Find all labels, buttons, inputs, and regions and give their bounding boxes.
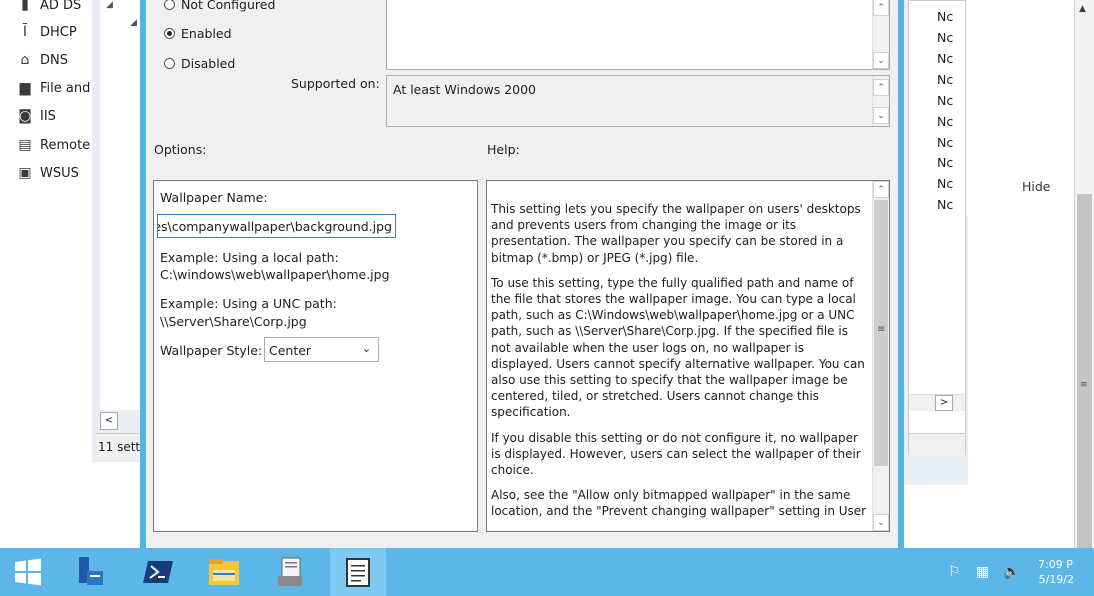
notepad-icon — [346, 558, 370, 587]
list-item[interactable]: Nc — [937, 114, 953, 129]
sidebar-item-dns[interactable]: ⌂ DNS — [0, 48, 100, 72]
options-panel: Wallpaper Name: ares\companywallpaper\ba… — [153, 180, 478, 532]
status-bar — [909, 433, 965, 456]
tree-expand-icon[interactable]: ◢ — [106, 0, 113, 10]
list-item[interactable]: Nc — [937, 72, 953, 87]
list-item[interactable]: Nc — [937, 155, 953, 170]
taskbar: ⚐ ▦ 🔈 7:09 PM 5/19/2 — [0, 548, 1094, 596]
help-scrollbar[interactable]: ⌃ ≡ ⌄ — [872, 181, 889, 531]
list-item[interactable]: Nc — [937, 135, 953, 150]
taskbar-setup[interactable] — [262, 548, 318, 596]
list-item[interactable]: Nc — [937, 93, 953, 108]
supported-on-label: Supported on: — [291, 76, 380, 91]
powershell-icon — [143, 561, 173, 583]
help-panel: This setting lets you specify the wallpa… — [486, 180, 890, 532]
example-unc-label: Example: Using a UNC path: — [160, 296, 337, 311]
clock[interactable]: 7:09 PM 5/19/2 — [1038, 557, 1074, 591]
help-paragraph: Also, see the "Allow only bitmapped wall… — [491, 488, 867, 519]
scroll-up-icon[interactable]: ▲ — [1079, 4, 1086, 14]
list-item[interactable]: Nc — [937, 176, 953, 191]
policy-settings-dialog: Not Configured Enabled Disabled ⌃ ⌄ Supp… — [140, 0, 904, 552]
status-bar: 11 settings — [96, 433, 144, 460]
example-unc-path: \\Server\Share\Corp.jpg — [160, 314, 307, 329]
radio-icon[interactable] — [164, 0, 175, 10]
wallpaper-style-select[interactable]: Center ⌄ — [264, 337, 379, 362]
taskbar-notepad[interactable] — [330, 548, 386, 596]
wallpaper-name-label: Wallpaper Name: — [160, 190, 268, 205]
scroll-up-icon[interactable]: ⌃ — [873, 181, 889, 198]
policy-tree[interactable]: ◢ ◢ — [100, 0, 140, 410]
radio-enabled[interactable]: Enabled — [164, 26, 232, 41]
radio-checked-icon[interactable] — [164, 28, 175, 39]
wsus-icon: ▣ — [18, 165, 32, 181]
tree-expand-icon[interactable]: ◢ — [130, 18, 137, 28]
taskbar-powershell[interactable] — [130, 548, 186, 596]
scroll-down-icon[interactable]: ⌄ — [873, 514, 889, 531]
help-paragraph: To use this setting, type the fully qual… — [491, 275, 865, 420]
scroll-down-icon[interactable]: ⌄ — [873, 52, 889, 69]
settings-list[interactable]: Nc Nc Nc Nc Nc Nc Nc Nc Nc Nc > — [908, 0, 966, 456]
help-text: This setting lets you specify the wallpa… — [491, 201, 867, 529]
sidebar-item-remote-access[interactable]: ▤ Remote Access — [0, 133, 100, 157]
example-local-label: Example: Using a local path: — [160, 250, 339, 265]
supported-on-box: At least Windows 2000 ⌃ ⌄ — [386, 75, 890, 127]
outer-scrollbar[interactable]: ▲ ≡ ▼ — [1074, 0, 1094, 596]
wallpaper-style-label: Wallpaper Style: — [160, 343, 263, 358]
ad-ds-icon: ▮ — [21, 0, 29, 13]
scrollbar-thumb[interactable]: ≡ — [874, 200, 888, 466]
setup-icon — [278, 557, 302, 586]
radio-icon[interactable] — [164, 58, 175, 69]
server-manager-sidebar: ▮ AD DS Ī DHCP ⌂ DNS ▆ File and Storage … — [0, 0, 100, 548]
scrollbar-thumb[interactable]: ≡ — [1077, 194, 1092, 584]
dns-icon: ⌂ — [20, 52, 30, 68]
help-label: Help: — [487, 142, 520, 157]
sidebar-item-dhcp[interactable]: Ī DHCP — [0, 20, 100, 44]
grip-icon: ≡ — [877, 324, 886, 335]
scroll-left-icon[interactable]: < — [100, 412, 118, 430]
iis-icon: ◙ — [18, 108, 32, 124]
scroll-down-icon[interactable]: ⌄ — [873, 107, 889, 124]
radio-disabled[interactable]: Disabled — [164, 56, 235, 71]
sidebar-item-iis[interactable]: ◙ IIS — [0, 104, 100, 128]
taskbar-file-explorer[interactable] — [196, 548, 252, 596]
scroll-up-icon[interactable]: ⌃ — [873, 79, 889, 96]
file-explorer-icon — [209, 559, 239, 585]
supported-scrollbar[interactable]: ⌃ ⌄ — [872, 76, 889, 126]
hide-link[interactable]: Hide — [1022, 179, 1051, 194]
comment-textarea[interactable]: ⌃ ⌄ — [386, 0, 890, 70]
chevron-down-icon[interactable]: ⌄ — [362, 342, 371, 355]
example-local-path: C:\windows\web\wallpaper\home.jpg — [160, 267, 390, 282]
grip-icon: ≡ — [1080, 380, 1088, 390]
list-item[interactable]: Nc — [937, 51, 953, 66]
start-icon — [15, 558, 41, 586]
sidebar-item-file-storage[interactable]: ▆ File and Storage Services — [0, 76, 100, 100]
comment-scrollbar[interactable]: ⌃ ⌄ — [872, 0, 889, 69]
list-item[interactable]: Nc — [937, 9, 953, 24]
radio-not-configured[interactable]: Not Configured — [164, 0, 275, 12]
server-manager-icon — [79, 557, 103, 585]
sidebar-item-ad-ds[interactable]: ▮ AD DS — [0, 0, 100, 17]
actions-pane — [966, 0, 1074, 216]
sidebar-item-wsus[interactable]: ▣ WSUS — [0, 161, 100, 185]
file-storage-icon: ▆ — [19, 80, 31, 96]
start-button[interactable] — [0, 548, 56, 596]
remote-access-icon: ▤ — [18, 137, 32, 153]
flag-icon[interactable]: ⚐ — [948, 564, 961, 580]
dhcp-icon: Ī — [22, 24, 28, 40]
taskbar-server-manager[interactable] — [62, 548, 118, 596]
list-item[interactable]: Nc — [937, 197, 953, 212]
help-paragraph: This setting lets you specify the wallpa… — [491, 202, 861, 265]
network-icon[interactable]: ▦ — [976, 564, 989, 580]
wallpaper-name-input[interactable]: ares\companywallpaper\background.jpg — [157, 214, 396, 238]
volume-muted-icon[interactable]: 🔈 — [1003, 564, 1020, 580]
horizontal-scrollbar[interactable]: > — [909, 394, 965, 411]
scroll-up-icon[interactable]: ⌃ — [873, 0, 889, 16]
scroll-right-icon[interactable]: > — [935, 395, 953, 411]
help-paragraph: If you disable this setting or do not co… — [491, 430, 861, 478]
options-label: Options: — [154, 142, 207, 157]
list-item[interactable]: Nc — [937, 30, 953, 45]
